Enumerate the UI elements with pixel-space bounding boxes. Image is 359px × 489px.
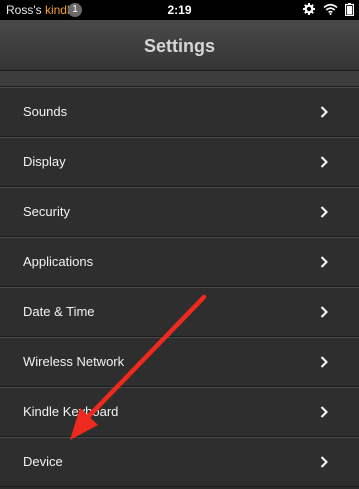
settings-item-label: Date & Time (23, 304, 95, 319)
battery-icon (345, 3, 354, 16)
settings-item-wireless-network[interactable]: Wireless Network (0, 337, 359, 387)
chevron-right-icon (320, 156, 328, 168)
chevron-right-icon (320, 256, 328, 268)
settings-item-label: Sounds (23, 104, 68, 119)
status-icons (299, 3, 354, 17)
chevron-right-icon (320, 356, 328, 368)
settings-item-date-time[interactable]: Date & Time (0, 287, 359, 337)
gear-icon[interactable] (303, 3, 316, 15)
settings-item-security[interactable]: Security (0, 187, 359, 237)
status-bar: Ross's kindle 1 2:19 (0, 0, 359, 20)
settings-item-applications[interactable]: Applications (0, 237, 359, 287)
settings-item-label: Kindle Keyboard (23, 404, 119, 419)
chevron-right-icon (320, 206, 328, 218)
page-title: Settings (143, 36, 215, 56)
settings-item-label: Device (23, 454, 63, 469)
settings-item-label: Applications (23, 254, 94, 269)
chevron-right-icon (320, 306, 328, 318)
settings-item-sounds[interactable]: Sounds (0, 87, 359, 137)
chevron-right-icon (320, 406, 328, 418)
settings-item-label: Wireless Network (23, 354, 125, 369)
wifi-icon (323, 3, 338, 15)
settings-item-label: Security (23, 204, 70, 219)
settings-item-label: Display (23, 154, 66, 169)
settings-item-display[interactable]: Display (0, 137, 359, 187)
chevron-right-icon (320, 106, 328, 118)
title-bar: Settings (0, 20, 359, 71)
chevron-right-icon (320, 456, 328, 468)
settings-list: Sounds Display Security Applications Dat… (0, 87, 359, 487)
settings-item-kindle-keyboard[interactable]: Kindle Keyboard (0, 387, 359, 437)
list-header-divider (0, 71, 359, 87)
settings-item-device[interactable]: Device (0, 437, 359, 487)
